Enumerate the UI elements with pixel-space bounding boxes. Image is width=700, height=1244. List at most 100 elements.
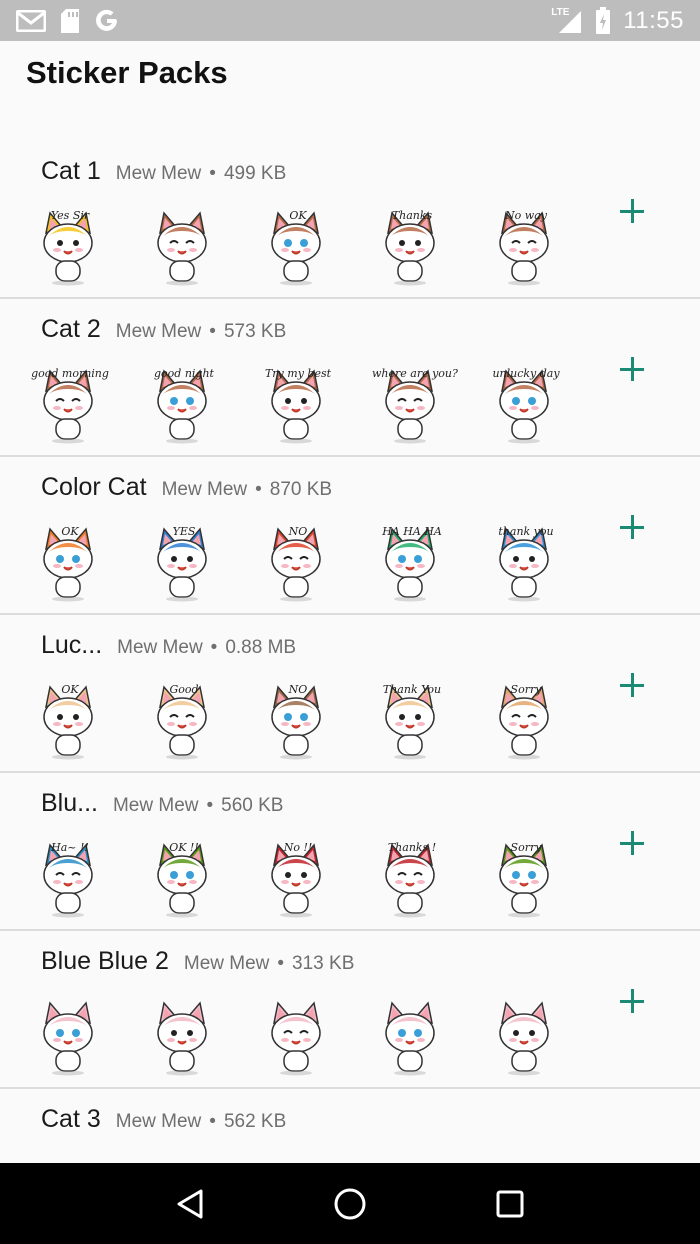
sticker-preview: HA HA HA: [372, 523, 448, 603]
meta-separator: •: [277, 953, 285, 974]
sticker-caption: Sorry: [510, 841, 542, 854]
meta-separator: •: [209, 163, 216, 184]
pack-name: Luc...: [41, 631, 103, 659]
sticker-caption: OK: [61, 525, 79, 538]
sticker-preview: Ha~ !!: [30, 839, 106, 919]
sticker-pack-row[interactable]: Cat 1 Mew Mew • 499 KB Yes Sir OK Thanks No way: [0, 141, 700, 299]
meta-separator: •: [210, 637, 218, 658]
sticker-preview: thank you: [486, 523, 562, 603]
pack-name: Color Cat: [41, 473, 147, 501]
pack-header: Color Cat Mew Mew • 870 KB: [41, 473, 332, 502]
pack-meta: Mew Mew • 870 KB: [162, 479, 333, 501]
pack-header: Cat 3 Mew Mew • 562 KB: [41, 1105, 286, 1134]
sticker-caption: OK !!: [169, 841, 199, 854]
app-bar: Sticker Packs: [0, 41, 700, 121]
sticker-preview-row: Yes Sir OK Thanks No way: [30, 207, 562, 287]
sticker-preview: OK: [258, 207, 334, 287]
pack-size: 560 KB: [221, 795, 284, 816]
sticker-preview: where are you?: [372, 365, 458, 445]
sticker-preview-row: Ha~ !! OK !! No !! Thanks ! Sorry: [30, 839, 562, 919]
pack-size: 573 KB: [223, 321, 287, 342]
sticker-preview-row: good morning good night Try my best where a…: [30, 365, 562, 445]
sticker-pack-row[interactable]: Cat 2 Mew Mew • 573 KB good morning good nigh…: [0, 299, 700, 457]
sticker-preview: [144, 207, 220, 287]
sticker-caption: Good: [169, 683, 199, 696]
back-icon: [177, 1189, 203, 1218]
sticker-caption: Thanks: [391, 209, 433, 222]
pack-header: Cat 1 Mew Mew • 499 KB: [41, 157, 286, 186]
network-type-label: LTE: [551, 6, 570, 18]
meta-separator: •: [209, 321, 216, 342]
sticker-caption: good morning: [31, 367, 109, 380]
page-title: Sticker Packs: [26, 55, 228, 90]
sticker-preview: Thank You: [372, 681, 448, 761]
sticker-caption: Ha~ !!: [51, 841, 89, 854]
pack-publisher: Mew Mew: [161, 479, 248, 500]
sd-card-icon: [60, 8, 80, 34]
sticker-preview: good night: [144, 365, 220, 445]
pack-header: Blu... Mew Mew • 560 KB: [41, 789, 283, 818]
sticker-preview: NO: [258, 681, 334, 761]
sticker-caption: Thanks !: [387, 841, 437, 854]
pack-header: Blue Blue 2 Mew Mew • 313 KB: [41, 947, 354, 976]
meta-separator: •: [209, 1111, 216, 1132]
sticker-preview: good morning: [30, 365, 109, 445]
sticker-caption: good night: [154, 367, 214, 380]
status-bar-system: LTE 11:55: [551, 6, 684, 35]
sticker-preview: Good: [144, 681, 220, 761]
gmail-icon: [16, 9, 46, 32]
sticker-pack-list[interactable]: Cat 1 Mew Mew • 499 KB Yes Sir OK Thanks No way…: [0, 141, 700, 1163]
sticker-pack-row[interactable]: Luc... Mew Mew • 0.88 MB OK Good NO Thank You So…: [0, 615, 700, 773]
sticker-preview: OK: [30, 523, 106, 603]
recents-icon: [496, 1190, 524, 1217]
sticker-pack-row[interactable]: Cat 3 Mew Mew • 562 KB: [0, 1089, 700, 1163]
pack-meta: Mew Mew • 562 KB: [116, 1111, 287, 1133]
sticker-caption: No !!: [283, 841, 313, 854]
sticker-preview: Thanks: [372, 207, 448, 287]
back-button[interactable]: [170, 1184, 210, 1224]
sticker-pack-row[interactable]: Blu... Mew Mew • 560 KB Ha~ !! OK !! No !! Than…: [0, 773, 700, 931]
pack-header: Cat 2 Mew Mew • 573 KB: [41, 315, 286, 344]
pack-name: Cat 2: [41, 315, 101, 343]
add-to-whatsapp-button[interactable]: [616, 827, 648, 859]
home-icon: [334, 1188, 366, 1219]
pack-publisher: Mew Mew: [115, 163, 202, 184]
sticker-preview: Yes Sir: [30, 207, 106, 287]
sticker-preview: [144, 997, 220, 1077]
sticker-preview: unlucky day: [486, 365, 562, 445]
pack-publisher: Mew Mew: [117, 637, 203, 658]
sticker-preview: Thanks !: [372, 839, 448, 919]
pack-publisher: Mew Mew: [115, 1111, 202, 1132]
home-button[interactable]: [330, 1184, 370, 1224]
sticker-pack-row[interactable]: Blue Blue 2 Mew Mew • 313 KB: [0, 931, 700, 1089]
sticker-preview: No !!: [258, 839, 334, 919]
sticker-preview: No way: [486, 207, 562, 287]
add-to-whatsapp-button[interactable]: [616, 511, 648, 543]
sticker-caption: NO: [288, 525, 308, 538]
sticker-caption: Sorry: [510, 683, 542, 696]
pack-meta: Mew Mew • 313 KB: [184, 953, 355, 975]
pack-meta: Mew Mew • 560 KB: [113, 795, 284, 817]
sticker-preview: Sorry: [486, 681, 562, 761]
sticker-caption: where are you?: [372, 367, 458, 380]
recents-button[interactable]: [490, 1184, 530, 1224]
pack-meta: Mew Mew • 499 KB: [116, 163, 287, 185]
sticker-preview-row: [30, 997, 562, 1077]
add-to-whatsapp-button[interactable]: [616, 353, 648, 385]
sticker-preview: YES: [144, 523, 220, 603]
sticker-preview: NO: [258, 523, 334, 603]
meta-separator: •: [255, 479, 262, 500]
pack-size: 313 KB: [292, 953, 355, 974]
pack-size: 562 KB: [223, 1111, 287, 1132]
sticker-preview: [258, 997, 334, 1077]
pack-name: Cat 1: [41, 157, 101, 185]
pack-name: Blue Blue 2: [41, 947, 169, 975]
sticker-caption: OK: [61, 683, 79, 696]
pack-size: 0.88 MB: [225, 637, 297, 658]
add-to-whatsapp-button[interactable]: [616, 195, 648, 227]
status-bar: LTE 11:55: [0, 0, 700, 41]
add-to-whatsapp-button[interactable]: [616, 985, 648, 1017]
add-to-whatsapp-button[interactable]: [616, 669, 648, 701]
pack-name: Blu...: [41, 789, 98, 817]
sticker-pack-row[interactable]: Color Cat Mew Mew • 870 KB OK YES NO HA HA HA th…: [0, 457, 700, 615]
